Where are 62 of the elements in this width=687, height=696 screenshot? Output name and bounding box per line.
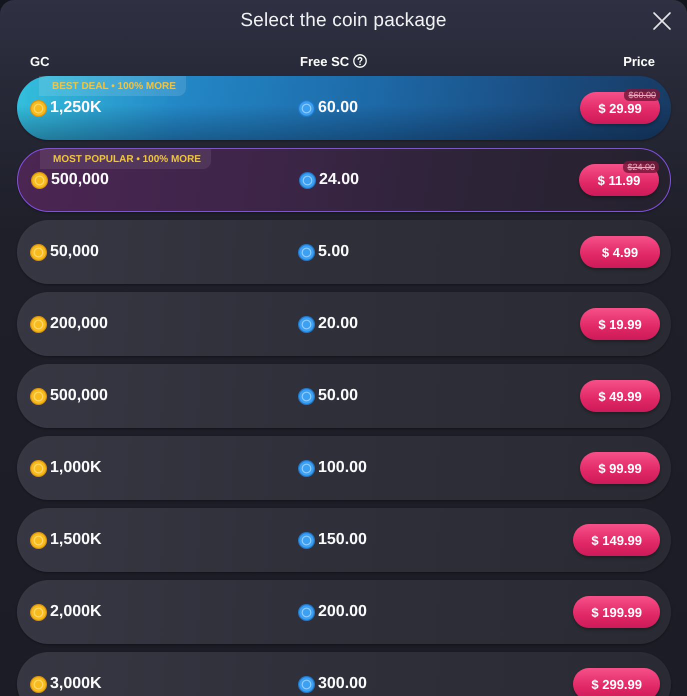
- price-button[interactable]: $ 99.99: [580, 452, 660, 484]
- coin-icon: [298, 316, 315, 332]
- gc-amount: 500,000: [51, 171, 109, 189]
- sc-amount: 24.00: [319, 171, 360, 189]
- coin-icon: [31, 172, 48, 188]
- coin-icon: [30, 316, 47, 332]
- package-row[interactable]: 200,000 20.00 $ 19.99: [17, 292, 671, 356]
- coin-icon: [298, 100, 315, 116]
- price-button[interactable]: $ 4.99: [580, 236, 660, 268]
- sc-amount: 50.00: [318, 387, 358, 405]
- gc-amount: 50,000: [50, 243, 99, 261]
- coin-icon: [30, 100, 47, 116]
- sc-column-header: Free SC: [300, 54, 350, 68]
- sc-amount: 300.00: [318, 675, 367, 693]
- package-row[interactable]: 2,000K 200.00 $ 199.99: [17, 580, 671, 644]
- package-row[interactable]: 1,500K 150.00 $ 149.99: [17, 508, 671, 572]
- coin-icon: [299, 172, 316, 188]
- old-price: $60.00: [624, 89, 660, 101]
- coin-icon: [298, 460, 315, 476]
- price-button[interactable]: $ 19.99: [580, 308, 660, 340]
- coin-icon: [30, 676, 47, 692]
- sc-amount: 5.00: [318, 243, 350, 261]
- coin-icon: [298, 244, 315, 260]
- dialog-title: Select the coin package: [240, 10, 447, 32]
- sc-amount: 60.00: [318, 99, 358, 117]
- package-row[interactable]: 500,000 50.00 $ 49.99: [17, 364, 671, 428]
- gc-amount: 2,000K: [50, 603, 102, 621]
- package-row[interactable]: 50,000 5.00 $ 4.99: [17, 220, 671, 284]
- close-button[interactable]: [652, 11, 672, 31]
- coin-icon: [30, 604, 47, 620]
- coin-icon: [298, 676, 315, 692]
- price-button[interactable]: $ 149.99: [573, 524, 660, 556]
- gc-amount: 3,000K: [50, 675, 102, 693]
- coin-icon: [298, 532, 315, 548]
- coin-icon: [30, 388, 47, 404]
- gc-amount: 500,000: [50, 387, 108, 405]
- sc-amount: 100.00: [318, 459, 367, 477]
- sc-amount: 150.00: [318, 531, 367, 549]
- package-row[interactable]: BEST DEAL • 100% MORE 1,250K 60.00 $ 29.99 $60.00: [17, 76, 671, 140]
- coin-icon: [30, 460, 47, 476]
- sc-amount: 200.00: [318, 603, 367, 621]
- help-icon[interactable]: [353, 54, 368, 68]
- gc-amount: 1,000K: [50, 459, 102, 477]
- close-icon: [652, 11, 672, 31]
- gc-amount: 1,500K: [50, 531, 102, 549]
- sc-amount: 20.00: [318, 315, 358, 333]
- coin-icon: [298, 604, 315, 620]
- deal-badge: BEST DEAL • 100% MORE: [39, 76, 186, 96]
- coin-icon: [30, 244, 47, 260]
- price-button[interactable]: $ 199.99: [573, 596, 660, 628]
- package-row[interactable]: 1,000K 100.00 $ 99.99: [17, 436, 671, 500]
- price-column-header: Price: [623, 54, 655, 68]
- package-row[interactable]: 3,000K 300.00 $ 299.99: [17, 652, 671, 696]
- gc-amount: 1,250K: [50, 99, 102, 117]
- price-button[interactable]: $ 49.99: [580, 380, 660, 412]
- gc-column-header: GC: [30, 54, 50, 68]
- old-price: $24.00: [623, 161, 659, 173]
- price-button[interactable]: $ 299.99: [573, 668, 660, 696]
- coin-icon: [30, 532, 47, 548]
- gc-amount: 200,000: [50, 315, 108, 333]
- deal-badge: MOST POPULAR • 100% MORE: [40, 149, 211, 169]
- coin-icon: [298, 388, 315, 404]
